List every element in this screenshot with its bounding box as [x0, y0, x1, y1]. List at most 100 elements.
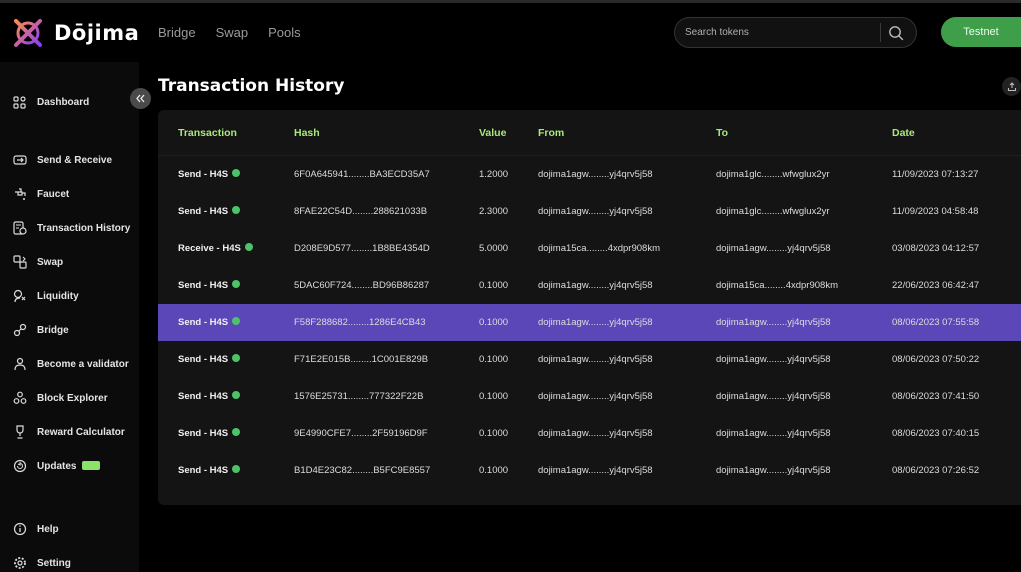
cell-date: 08/06/2023 07:40:15 — [892, 428, 979, 439]
cell-date-text: 11/09/2023 07:13:27 — [892, 169, 979, 180]
help-icon — [12, 522, 27, 537]
cell-transaction-text: Send - H4S — [178, 206, 229, 217]
liquidity-icon — [12, 289, 27, 304]
cell-value: 5.0000 — [479, 243, 508, 254]
column-header-from[interactable]: From — [538, 127, 564, 139]
cell-hash: 6F0A645941........BA3ECD35A7 — [294, 169, 430, 180]
success-check-icon — [232, 206, 241, 215]
table-row[interactable]: Receive - H4S D208E9D577........1B8BE4354… — [158, 230, 1021, 267]
cell-value-text: 0.1000 — [479, 428, 509, 439]
cell-value: 2.3000 — [479, 206, 508, 217]
cell-to: dojima1agw........yj4qrv5j58 — [716, 391, 831, 402]
cell-date: 08/06/2023 07:55:58 — [892, 317, 979, 328]
bridge-icon — [12, 323, 27, 338]
brand-logo[interactable]: Dōjima — [12, 17, 139, 49]
testnet-button[interactable]: Testnet — [941, 17, 1021, 47]
cell-to-text: dojima1agw........yj4qrv5j58 — [716, 317, 831, 328]
column-header-transaction[interactable]: Transaction — [178, 127, 237, 139]
cell-to-text: dojima1agw........yj4qrv5j58 — [716, 391, 831, 402]
nav-swap[interactable]: Swap — [216, 25, 249, 40]
cell-date: 08/06/2023 07:50:22 — [892, 354, 979, 365]
cell-date-text: 08/06/2023 07:50:22 — [892, 354, 980, 365]
sidebar-item-become-validator[interactable]: Become a validator — [12, 356, 129, 372]
cell-transaction: Send - H4S — [178, 354, 241, 365]
cell-date: 08/06/2023 07:41:50 — [892, 391, 979, 402]
search-icon[interactable] — [881, 18, 911, 47]
table-row[interactable]: Send - H4S 1576E25731........777322F22B 0.… — [158, 378, 1021, 415]
block-explorer-icon — [12, 391, 27, 406]
nav-pools[interactable]: Pools — [268, 25, 301, 40]
sidebar-item-swap[interactable]: Swap — [12, 254, 63, 270]
sidebar-item-label: Send & Receive — [37, 154, 113, 166]
sidebar-item-label: Liquidity — [37, 290, 79, 302]
faucet-icon — [12, 187, 27, 202]
cell-value-text: 0.1000 — [479, 280, 509, 291]
cell-date-text: 11/09/2023 04:58:48 — [892, 206, 979, 217]
sidebar-item-updates[interactable]: Updates — [12, 458, 101, 474]
cell-from-text: dojima1agw........yj4qrv5j58 — [538, 354, 653, 365]
sidebar-item-reward-calculator[interactable]: Reward Calculator — [12, 424, 125, 440]
cell-transaction: Send - H4S — [178, 169, 241, 180]
cell-date-text: 08/06/2023 07:55:58 — [892, 317, 980, 328]
sidebar-item-label: Faucet — [37, 188, 70, 200]
cell-transaction-text: Send - H4S — [178, 428, 229, 439]
cell-to: dojima1agw........yj4qrv5j58 — [716, 243, 831, 254]
sidebar-item-faucet[interactable]: Faucet — [12, 186, 69, 202]
sidebar-item-setting[interactable]: Setting — [12, 555, 71, 571]
export-button[interactable] — [1002, 77, 1021, 96]
gear-icon — [12, 556, 27, 571]
sidebar-item-send-receive[interactable]: Send & Receive — [12, 152, 112, 168]
search-box — [674, 17, 917, 48]
table-header: Transaction Hash Value From To Date — [158, 110, 1021, 156]
cell-hash-text: 6F0A645941........BA3ECD35A7 — [294, 169, 430, 180]
cell-date: 22/06/2023 06:42:47 — [892, 280, 979, 291]
sidebar-item-dashboard[interactable]: Dashboard — [12, 94, 89, 110]
cell-transaction-text: Send - H4S — [178, 317, 229, 328]
sidebar-item-label: Help — [37, 523, 59, 535]
sidebar-item-bridge[interactable]: Bridge — [12, 322, 69, 338]
sidebar: Dashboard Send & Receive Faucet Transact… — [0, 62, 139, 572]
sidebar-item-label: Updates — [37, 461, 101, 472]
success-check-icon — [232, 354, 241, 363]
table-row[interactable]: Send - H4S B1D4E23C82........B5FC9E8557 0.… — [158, 452, 1021, 489]
collapse-sidebar-button[interactable] — [130, 88, 151, 109]
cell-hash: 1576E25731........777322F22B — [294, 391, 423, 402]
sidebar-item-label: Block Explorer — [37, 392, 108, 404]
search-input[interactable] — [675, 27, 880, 38]
cell-hash-text: F58F288682........1286E4CB43 — [294, 317, 426, 328]
sidebar-item-liquidity[interactable]: Liquidity — [12, 288, 79, 304]
success-check-icon — [232, 317, 241, 326]
cell-value: 0.1000 — [479, 465, 508, 476]
cell-from-text: dojima1agw........yj4qrv5j58 — [538, 317, 653, 328]
cell-to-text: dojima1agw........yj4qrv5j58 — [716, 243, 831, 254]
table-row[interactable]: Send - H4S 9E4990CFE7........2F59196D9F 0.… — [158, 415, 1021, 452]
cell-date-text: 22/06/2023 06:42:47 — [892, 280, 980, 291]
table-row[interactable]: Send - H4S F58F288682........1286E4CB43 0.… — [158, 304, 1021, 341]
table-row[interactable]: Send - H4S 6F0A645941........BA3ECD35A7 1.… — [158, 156, 1021, 193]
column-header-hash[interactable]: Hash — [294, 127, 320, 139]
cell-hash-text: 1576E25731........777322F22B — [294, 391, 424, 402]
cell-value: 0.1000 — [479, 391, 508, 402]
nav-bridge[interactable]: Bridge — [158, 25, 196, 40]
column-header-to[interactable]: To — [716, 127, 728, 139]
table-row[interactable]: Send - H4S 5DAC60F724........BD96B86287 0.… — [158, 267, 1021, 304]
sidebar-item-help[interactable]: Help — [12, 521, 59, 537]
cell-from: dojima1agw........yj4qrv5j58 — [538, 391, 653, 402]
column-header-value[interactable]: Value — [479, 127, 506, 139]
table-row[interactable]: Send - H4S F71E2E015B........1C001E829B 0.… — [158, 341, 1021, 378]
sidebar-item-label: Setting — [37, 557, 71, 569]
sidebar-item-transaction-history[interactable]: Transaction History — [12, 220, 130, 236]
sidebar-item-label: Dashboard — [37, 96, 90, 108]
success-check-icon — [232, 169, 241, 178]
sidebar-item-block-explorer[interactable]: Block Explorer — [12, 390, 108, 406]
cell-from-text: dojima1agw........yj4qrv5j58 — [538, 391, 653, 402]
column-header-date[interactable]: Date — [892, 127, 915, 139]
cell-date-text: 08/06/2023 07:41:50 — [892, 391, 980, 402]
table-row[interactable]: Send - H4S 8FAE22C54D........288621033B 2.… — [158, 193, 1021, 230]
cell-transaction-text: Send - H4S — [178, 280, 229, 291]
sidebar-item-label: Swap — [37, 256, 64, 268]
cell-hash-text: F71E2E015B........1C001E829B — [294, 354, 429, 365]
cell-date-text: 08/06/2023 07:26:52 — [892, 465, 980, 476]
cell-from-text: dojima1agw........yj4qrv5j58 — [538, 428, 653, 439]
sidebar-item-label: Reward Calculator — [37, 426, 125, 438]
